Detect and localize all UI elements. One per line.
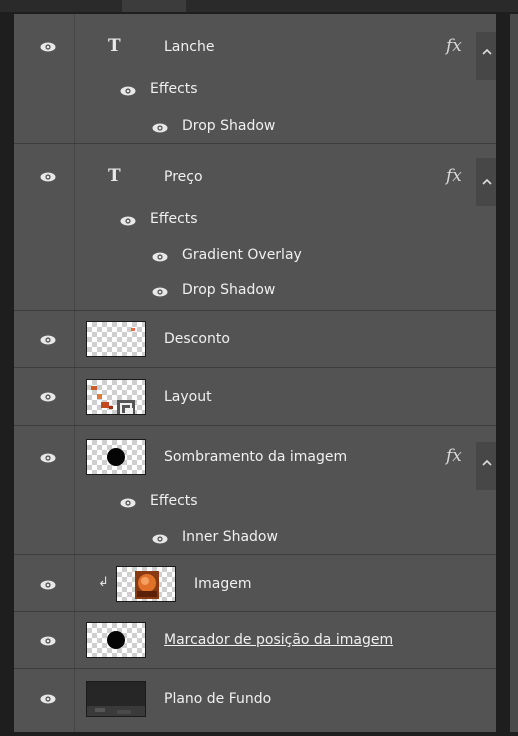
fx-icon[interactable]: fx <box>446 166 462 186</box>
layer-name[interactable]: Desconto <box>164 330 230 348</box>
eye-icon[interactable] <box>152 534 168 544</box>
eye-icon[interactable] <box>40 453 56 463</box>
thumbnail-detail <box>131 328 135 331</box>
layer-row-layout[interactable]: Layout <box>14 368 496 426</box>
text-layer-icon: T <box>108 166 121 186</box>
visibility-column <box>14 426 75 554</box>
eye-icon[interactable] <box>40 636 56 646</box>
layer-row-marcador[interactable]: Marcador de posição da imagem <box>14 612 496 669</box>
chevron-up-icon[interactable] <box>480 453 494 466</box>
effect-item[interactable]: Drop Shadow <box>182 117 275 135</box>
eye-icon[interactable] <box>40 172 56 182</box>
layer-name[interactable]: Imagem <box>194 575 251 593</box>
thumbnail-dot <box>107 448 125 466</box>
visibility-column <box>14 14 75 143</box>
thumbnail-art <box>87 682 145 716</box>
fx-icon[interactable]: fx <box>446 36 462 56</box>
layer-thumbnail <box>86 439 146 475</box>
layer-row-plano-de-fundo[interactable]: Plano de Fundo <box>14 669 496 732</box>
layer-thumbnail <box>86 622 146 658</box>
top-tab[interactable] <box>122 0 186 12</box>
eye-icon[interactable] <box>40 694 56 704</box>
layer-name[interactable]: Preço <box>164 168 203 186</box>
layer-thumbnail <box>86 321 146 357</box>
effects-label: Effects <box>150 81 198 97</box>
layer-name[interactable]: Lanche <box>164 38 214 56</box>
eye-icon[interactable] <box>40 580 56 590</box>
layer-thumbnail <box>86 681 146 717</box>
effects-label: Effects <box>150 211 198 227</box>
eye-icon[interactable] <box>152 123 168 133</box>
visibility-column <box>14 144 75 310</box>
layer-row-lanche[interactable]: T Lanche fx Effects Drop Shadow <box>14 14 496 144</box>
effect-item[interactable]: Drop Shadow <box>182 281 275 299</box>
layer-name[interactable]: Plano de Fundo <box>164 690 271 708</box>
eye-icon[interactable] <box>40 392 56 402</box>
layer-name[interactable]: Marcador de posição da imagem <box>164 631 393 649</box>
clipping-mask-icon: ↲ <box>98 575 109 590</box>
effect-item[interactable]: Inner Shadow <box>182 528 278 546</box>
layer-thumbnail <box>116 566 176 602</box>
layer-thumbnail <box>86 379 146 415</box>
chevron-up-icon[interactable] <box>480 172 494 185</box>
layer-row-desconto[interactable]: Desconto <box>14 311 496 368</box>
eye-icon[interactable] <box>40 335 56 345</box>
thumbnail-dot <box>107 631 125 649</box>
fx-icon[interactable]: fx <box>446 446 462 466</box>
text-layer-icon: T <box>108 36 121 56</box>
layer-row-preco[interactable]: T Preço fx Effects Gradient Overlay Drop… <box>14 144 496 311</box>
effects-label: Effects <box>150 493 198 509</box>
layers-panel: T Lanche fx Effects Drop Shadow T Preço … <box>14 14 496 732</box>
scrollbar-track[interactable] <box>510 14 518 732</box>
eye-icon[interactable] <box>152 287 168 297</box>
layer-name[interactable]: Layout <box>164 388 212 406</box>
eye-icon[interactable] <box>152 252 168 262</box>
eye-icon[interactable] <box>120 216 136 226</box>
thumbnail-art <box>135 571 159 599</box>
layer-row-sombramento[interactable]: Sombramento da imagem fx Effects Inner S… <box>14 426 496 555</box>
layer-name[interactable]: Sombramento da imagem <box>164 448 347 466</box>
thumbnail-art <box>91 386 135 414</box>
chevron-up-icon[interactable] <box>480 42 494 55</box>
eye-icon[interactable] <box>120 498 136 508</box>
effect-item[interactable]: Gradient Overlay <box>182 246 302 264</box>
eye-icon[interactable] <box>40 42 56 52</box>
eye-icon[interactable] <box>120 86 136 96</box>
layer-row-imagem[interactable]: ↲ Imagem <box>14 555 496 612</box>
top-bar <box>0 0 518 12</box>
